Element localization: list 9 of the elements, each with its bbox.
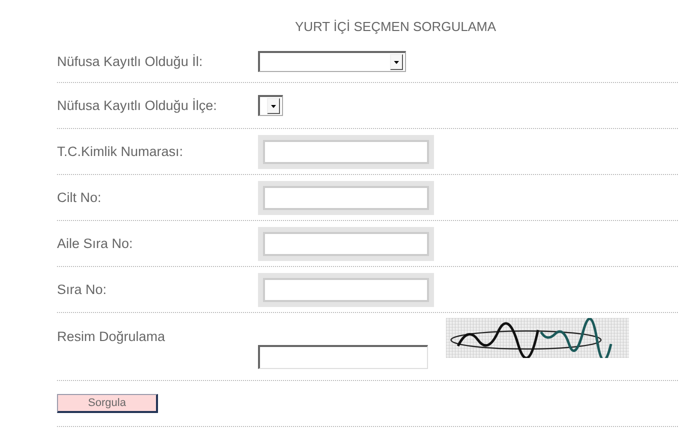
field-label: Nüfusa Kayıtlı Olduğu İlçe: xyxy=(57,98,218,113)
field-label: Resim Doğrulama xyxy=(57,329,166,344)
submit-button[interactable]: Sorgula xyxy=(57,394,158,413)
field-label: Sıra No: xyxy=(57,282,108,297)
field-label: Aile Sıra No: xyxy=(57,236,134,251)
field-label: Cilt No: xyxy=(57,190,102,205)
field-label: Nüfusa Kayıtlı Olduğu İl: xyxy=(57,54,204,68)
page-title: YURT İÇİ SEÇMEN SORGULAMA xyxy=(294,18,498,36)
field-label: T.C.Kimlik Numarası: xyxy=(57,144,184,159)
